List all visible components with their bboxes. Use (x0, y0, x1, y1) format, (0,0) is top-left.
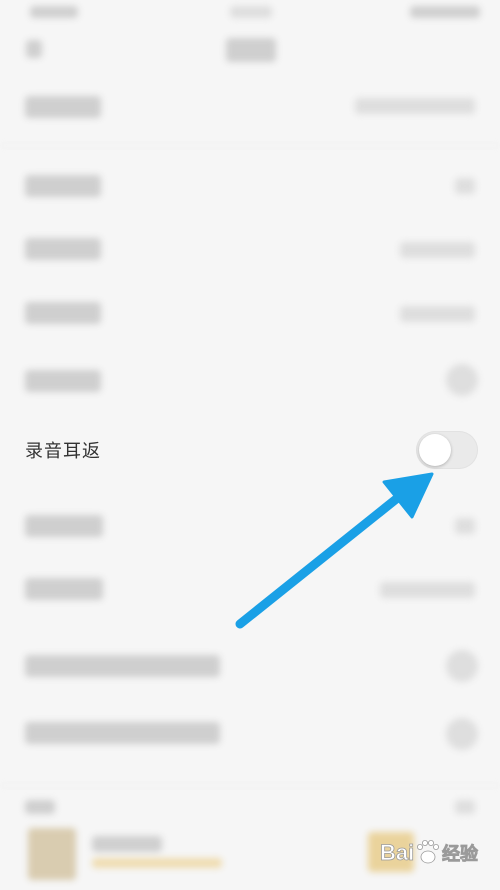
toggle-knob (419, 434, 451, 466)
baidu-watermark: Bai 经验 (378, 828, 493, 880)
watermark-suffix: 经验 (442, 843, 479, 865)
watermark-brand: Bai (380, 840, 414, 865)
ear-return-toggle[interactable] (416, 431, 478, 469)
watermark-graphic: Bai 经验 (380, 839, 480, 866)
ear-return-row[interactable]: 录音耳返 (0, 415, 500, 485)
ear-return-label: 录音耳返 (25, 441, 101, 462)
paw-icon (417, 839, 440, 864)
